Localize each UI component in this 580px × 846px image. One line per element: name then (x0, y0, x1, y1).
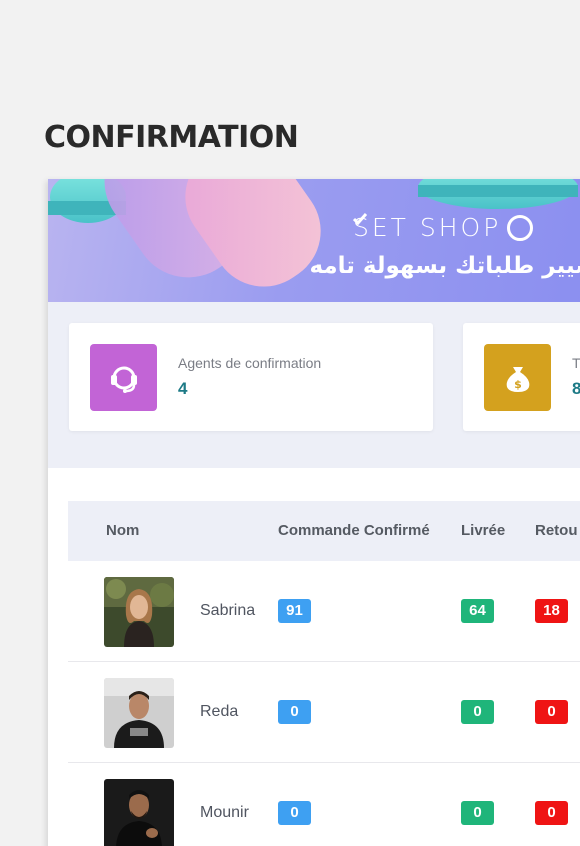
stat-label: T (572, 355, 580, 371)
stat-value: 8 (572, 379, 580, 398)
brand-name: SET SHOP (353, 213, 502, 242)
avatar (104, 577, 174, 647)
confirmed-badge: 0 (278, 801, 311, 825)
delivered-badge: 0 (461, 801, 494, 825)
returned-badge: 0 (535, 700, 568, 724)
avatar (104, 678, 174, 748)
table-row[interactable]: Mounir 0 0 0 (68, 763, 580, 846)
returned-badge: 18 (535, 599, 568, 623)
returned-badge: 0 (535, 801, 568, 825)
table-header: Nom Commande Confirmé Livrée Retou (68, 501, 580, 561)
stat-card-agents: Agents de confirmation 4 (69, 323, 433, 431)
table-row[interactable]: Reda 0 0 0 (68, 662, 580, 763)
money-bag-icon: $ (484, 344, 551, 411)
check-icon (353, 213, 534, 241)
stat-value: 4 (178, 379, 188, 398)
promo-banner: SET SHOP سيير طلباتك بسهولة تامه (48, 179, 580, 302)
confirmed-badge: 0 (278, 700, 311, 724)
agent-name: Mounir (200, 804, 249, 821)
stats-section: Agents de confirmation 4 $ T 8 (48, 302, 580, 468)
column-header-delivered[interactable]: Livrée (461, 522, 505, 539)
agent-name: Reda (200, 703, 239, 720)
stat-label: Agents de confirmation (178, 355, 322, 371)
stat-card-total: $ T 8 (463, 323, 580, 431)
delivered-badge: 0 (461, 700, 494, 724)
brand-logo: SET SHOP (353, 213, 534, 242)
avatar (104, 779, 174, 846)
svg-text:$: $ (514, 378, 522, 391)
column-header-name[interactable]: Nom (106, 522, 139, 539)
agent-name: Sabrina (200, 602, 256, 619)
confirmed-badge: 91 (278, 599, 311, 623)
column-header-returned[interactable]: Retou (535, 522, 578, 539)
banner-tagline: سيير طلباتك بسهولة تامه (309, 253, 580, 279)
headset-icon (90, 344, 157, 411)
delivered-badge: 64 (461, 599, 494, 623)
column-header-confirmed[interactable]: Commande Confirmé (278, 522, 430, 539)
dashboard-card: SET SHOP سيير طلباتك بسهولة تامه Agents … (48, 179, 580, 846)
page-title: CONFIRMATION (44, 120, 299, 155)
table-row[interactable]: Sabrina 91 64 18 (68, 561, 580, 662)
